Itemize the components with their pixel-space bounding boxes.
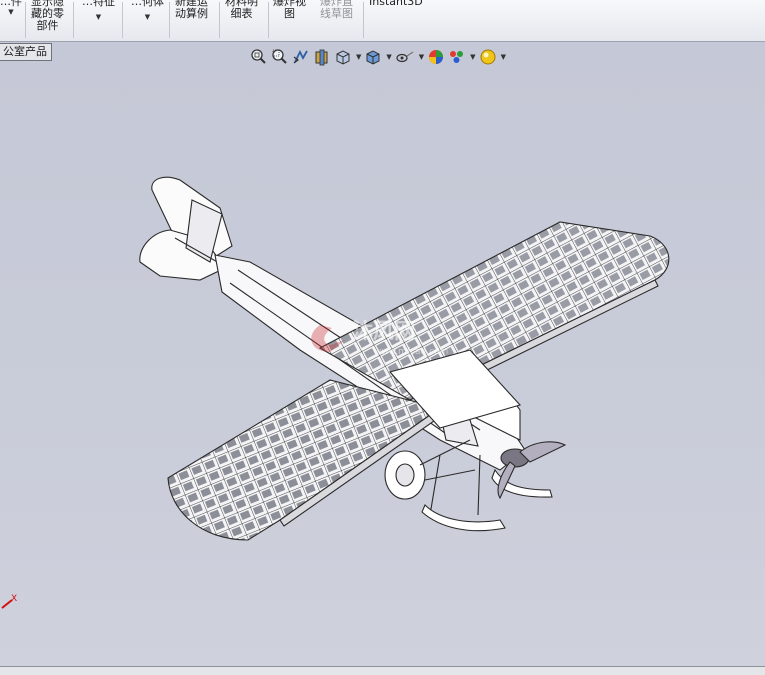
aircraft-assembly-model[interactable]: 沐风网 www.mfcad.com: [0, 0, 765, 674]
axis-x-label: X: [11, 594, 17, 604]
triad-axis-icon: X: [1, 594, 17, 609]
watermark-text: 沐风网: [352, 319, 415, 343]
watermark-url: www.mfcad.com: [374, 347, 448, 357]
